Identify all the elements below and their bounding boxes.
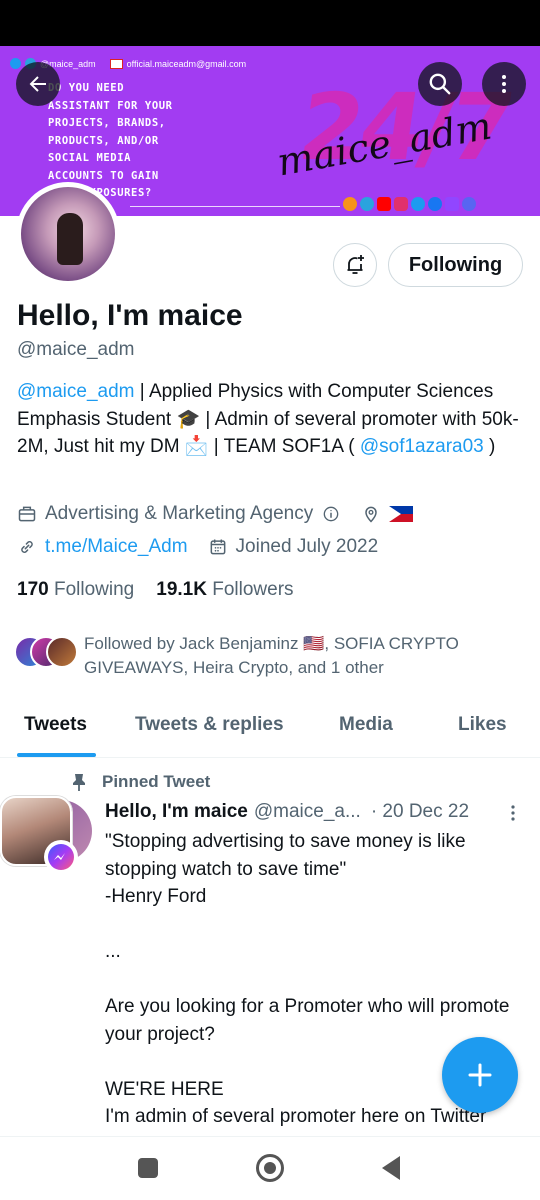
location-pin-icon <box>365 506 378 523</box>
tweet-line <box>105 911 525 939</box>
banner-email: official.maiceadm@gmail.com <box>126 58 247 69</box>
bitcoin-icon <box>343 197 357 211</box>
active-tab-indicator <box>17 753 96 757</box>
avatar-image <box>21 187 115 281</box>
profile-category: Advertising & Marketing Agency <box>45 503 314 524</box>
following-count-link[interactable]: 170 Following <box>17 579 134 601</box>
link-icon <box>21 541 33 553</box>
notification-bell-button[interactable] <box>333 243 377 287</box>
profile-meta-links: t.me/Maice_Adm Joined July 2022 <box>17 536 378 558</box>
tweet-header: Hello, I'm maice @maice_a... · 20 Dec 22 <box>105 801 525 823</box>
twitter-icon <box>10 58 21 69</box>
twitch-icon <box>445 197 459 211</box>
tab-tweets-replies[interactable]: Tweets & replies <box>135 714 284 736</box>
search-icon <box>429 73 451 95</box>
bio-text-end: ) <box>483 436 496 457</box>
messenger-badge <box>44 840 78 874</box>
profile-bio: @maice_adm | Applied Physics with Comput… <box>17 378 527 461</box>
plus-icon <box>468 1063 492 1087</box>
search-button[interactable] <box>418 62 462 106</box>
following-count: 170 <box>17 579 49 600</box>
mail-icon <box>109 58 123 69</box>
tab-tweets[interactable]: Tweets <box>24 714 87 736</box>
tweet-date[interactable]: · 20 Dec 22 <box>371 801 469 823</box>
youtube-icon <box>377 197 391 211</box>
back-triangle-icon[interactable] <box>382 1156 400 1180</box>
tweet-line: -Henry Ford <box>105 886 207 907</box>
tweet-line: ... <box>105 941 121 962</box>
follow-counts: 170 Following 19.1K Followers <box>17 579 294 601</box>
more-options-button[interactable] <box>482 62 526 106</box>
followers-label: Followers <box>212 579 294 600</box>
arrow-left-icon <box>29 76 46 92</box>
following-label: Following <box>53 579 135 600</box>
bio-mention-link-2[interactable]: @sof1azara03 <box>360 436 484 457</box>
briefcase-icon <box>18 506 36 522</box>
followers-count: 19.1K <box>156 579 207 600</box>
pinned-tweet-text: Pinned Tweet <box>102 772 211 791</box>
more-vertical-icon <box>502 75 506 93</box>
profile-meta-category: Advertising & Marketing Agency <box>17 503 414 525</box>
twitter-icon <box>411 197 425 211</box>
status-bar <box>0 0 540 46</box>
profile-tabs: Tweets Tweets & replies Media Likes <box>0 700 540 758</box>
telegram-icon <box>360 197 374 211</box>
profile-joined-date: Joined July 2022 <box>235 536 379 557</box>
pin-icon <box>73 774 85 791</box>
calendar-icon <box>210 539 225 555</box>
android-navigation-bar <box>0 1137 540 1200</box>
profile-display-name: Hello, I'm maice <box>17 299 243 332</box>
messenger-icon <box>48 844 74 870</box>
follower-avatar <box>46 636 78 668</box>
back-button[interactable] <box>16 62 60 106</box>
tweet-more-icon[interactable] <box>509 804 517 822</box>
tweet-line <box>105 966 525 994</box>
profile-avatar[interactable] <box>16 182 120 286</box>
instagram-icon <box>394 197 408 211</box>
profile-website-link[interactable]: t.me/Maice_Adm <box>45 536 188 558</box>
info-icon[interactable] <box>321 504 341 524</box>
banner-divider <box>130 206 340 207</box>
pinned-tweet-label: Pinned Tweet <box>72 772 210 792</box>
philippines-flag-icon <box>389 506 414 522</box>
followed-by-section[interactable]: Followed by Jack Benjaminz 🇺🇸, SOFIA CRY… <box>14 632 524 680</box>
facebook-icon <box>428 197 442 211</box>
tweet-line: Are you looking for a Promoter who will … <box>105 996 510 1045</box>
bio-mention-link[interactable]: @maice_adm <box>17 381 135 402</box>
banner-social-icons <box>343 197 476 211</box>
tweet-author-name[interactable]: Hello, I'm maice <box>105 801 248 823</box>
tweet-line: "Stopping advertising to save money is l… <box>105 831 466 880</box>
profile-handle: @maice_adm <box>17 339 135 360</box>
follower-avatars <box>14 636 80 672</box>
bell-plus-icon <box>347 255 364 274</box>
followers-count-link[interactable]: 19.1K Followers <box>156 579 293 601</box>
following-button[interactable]: Following <box>388 243 523 287</box>
discord-icon <box>462 197 476 211</box>
tweet-author-handle[interactable]: @maice_a... <box>254 801 361 823</box>
home-icon[interactable] <box>256 1154 284 1182</box>
recent-apps-icon[interactable] <box>138 1158 158 1178</box>
tab-likes[interactable]: Likes <box>458 714 507 736</box>
tab-media[interactable]: Media <box>339 714 393 736</box>
compose-tweet-button[interactable] <box>442 1037 518 1113</box>
followed-by-text: Followed by Jack Benjaminz 🇺🇸, SOFIA CRY… <box>84 634 459 677</box>
